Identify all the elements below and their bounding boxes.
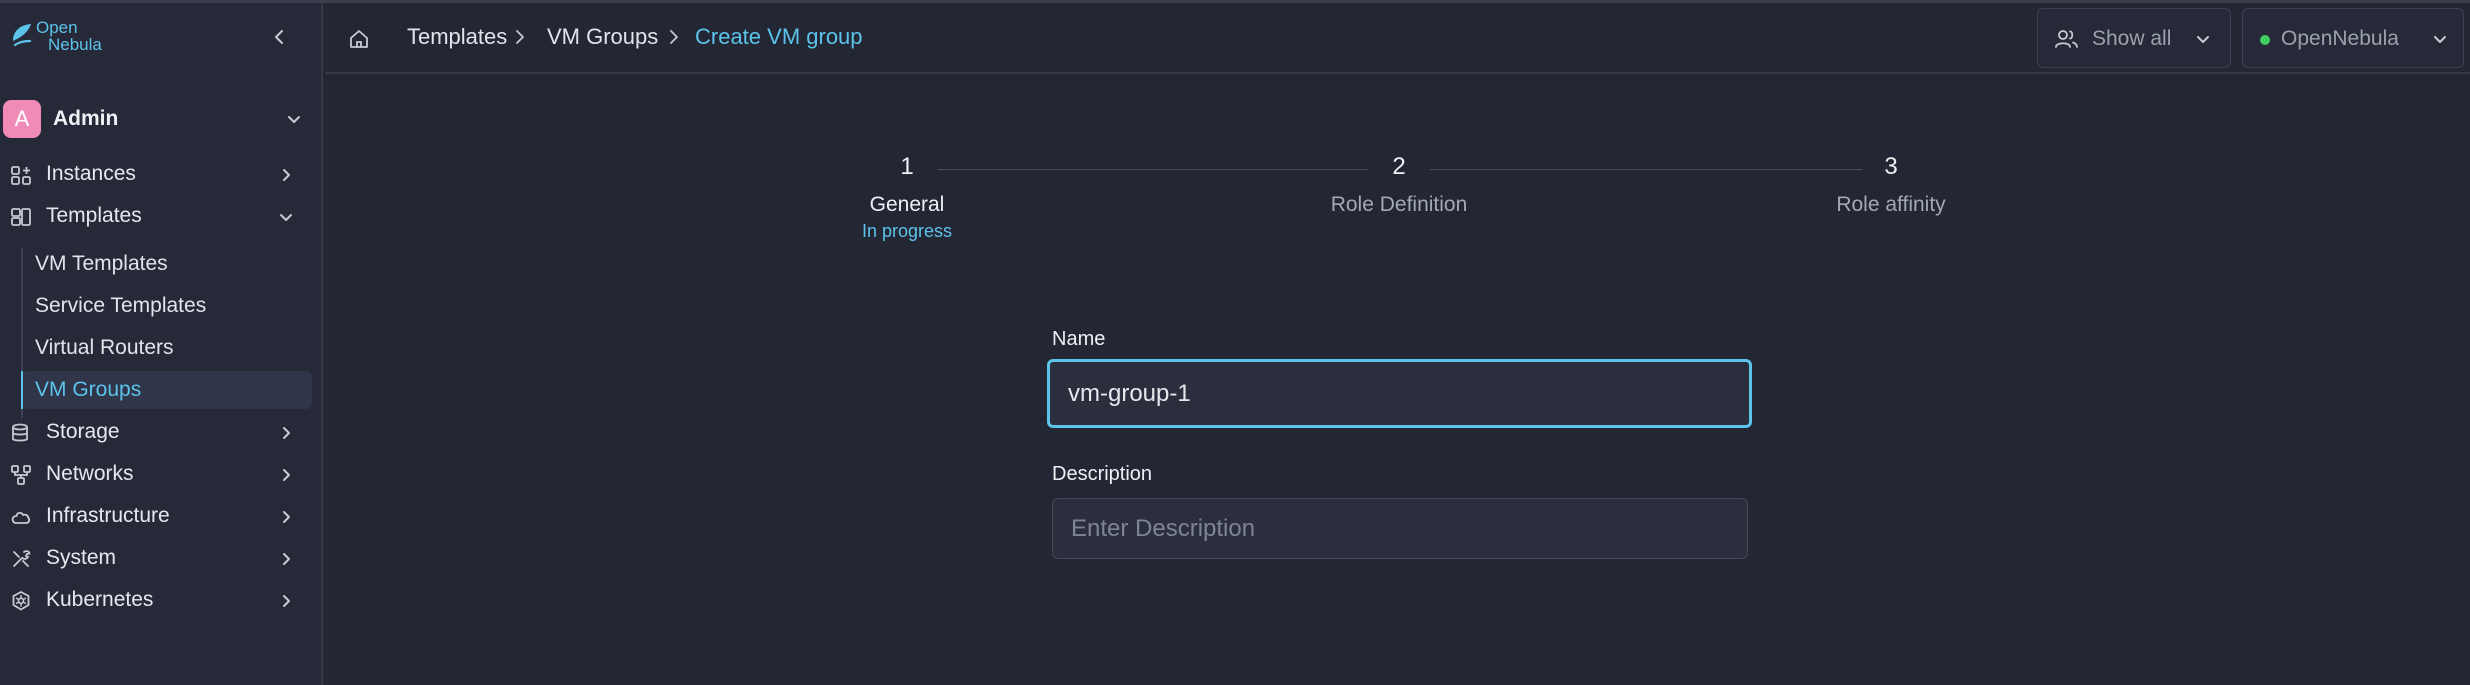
chevron-right-icon bbox=[283, 595, 290, 607]
description-field[interactable] bbox=[1052, 498, 1748, 559]
name-label: Name bbox=[1052, 328, 1106, 350]
sidebar-item-label: Instances bbox=[46, 162, 136, 185]
chevron-right-icon bbox=[670, 30, 678, 44]
sidebar: Open Nebula A Admin Instances Templates … bbox=[0, 3, 323, 685]
sidebar-header: Open Nebula bbox=[0, 3, 321, 73]
breadcrumb-current-page: Create VM group bbox=[695, 24, 863, 49]
sidebar-item-service-templates[interactable]: Service Templates bbox=[22, 287, 312, 325]
users-icon bbox=[2055, 30, 2078, 48]
chevron-down-icon bbox=[288, 116, 300, 123]
sidebar-item-virtual-routers[interactable]: Virtual Routers bbox=[22, 329, 312, 367]
sidebar-item-vm-templates[interactable]: VM Templates bbox=[22, 245, 312, 283]
cloud-icon bbox=[11, 511, 31, 524]
description-label: Description bbox=[1052, 463, 1153, 485]
step-general[interactable]: 1 General In progress bbox=[787, 153, 1027, 242]
sidebar-item-infrastructure[interactable]: Infrastructure bbox=[0, 497, 321, 535]
templates-icon bbox=[11, 208, 31, 226]
sidebar-item-label: Storage bbox=[46, 420, 120, 443]
storage-icon bbox=[12, 423, 28, 442]
sidebar-subitem-label: VM Templates bbox=[35, 252, 168, 275]
zone-label: OpenNebula bbox=[2281, 27, 2399, 50]
sidebar-item-label: Kubernetes bbox=[46, 588, 154, 611]
sidebar-subitem-label: Virtual Routers bbox=[35, 336, 174, 359]
chevron-down-icon bbox=[280, 214, 292, 221]
nebula-logo-icon bbox=[13, 24, 32, 47]
chevron-right-icon bbox=[283, 427, 290, 439]
step-label: Role Definition bbox=[1330, 193, 1468, 216]
logo-text-open: Open bbox=[36, 18, 78, 37]
collapse-sidebar-button[interactable] bbox=[268, 25, 290, 49]
breadcrumb-templates[interactable]: Templates bbox=[407, 24, 507, 50]
zone-selector[interactable]: OpenNebula bbox=[2242, 8, 2464, 68]
logo-text-nebula: Nebula bbox=[48, 35, 102, 54]
group-filter-button[interactable]: Show all bbox=[2037, 8, 2231, 68]
user-menu[interactable]: A Admin bbox=[0, 97, 321, 141]
system-tools-icon bbox=[13, 550, 31, 567]
avatar: A bbox=[3, 100, 41, 138]
opennebula-logo[interactable]: Open Nebula bbox=[10, 19, 102, 55]
sidebar-item-kubernetes[interactable]: Kubernetes bbox=[0, 581, 321, 619]
networks-icon bbox=[11, 465, 31, 485]
top-bar: Templates VM Groups Create VM group Show… bbox=[325, 3, 2470, 74]
chevron-right-icon bbox=[283, 169, 290, 181]
sidebar-item-vm-groups[interactable]: VM Groups bbox=[21, 371, 312, 409]
sidebar-item-system[interactable]: System bbox=[0, 539, 321, 577]
chevron-right-icon bbox=[516, 30, 524, 44]
sidebar-item-storage[interactable]: Storage bbox=[0, 413, 321, 451]
chevron-right-icon bbox=[283, 553, 290, 565]
sidebar-item-label: System bbox=[46, 546, 117, 569]
step-number: 2 bbox=[1392, 153, 1406, 180]
chevron-right-icon bbox=[283, 511, 290, 523]
chevron-right-icon bbox=[283, 469, 290, 481]
sidebar-item-label: Templates bbox=[46, 204, 142, 227]
step-number: 1 bbox=[900, 153, 914, 180]
step-number: 3 bbox=[1884, 153, 1898, 180]
step-status: In progress bbox=[861, 221, 953, 241]
home-icon[interactable] bbox=[347, 27, 371, 51]
step-label: General bbox=[869, 193, 945, 216]
instances-icon bbox=[11, 166, 31, 185]
chevron-down-icon bbox=[2434, 36, 2446, 43]
step-role-definition[interactable]: 2 Role Definition bbox=[1279, 153, 1519, 217]
logo-text: Open Nebula bbox=[36, 19, 102, 53]
chevron-down-icon bbox=[2197, 36, 2209, 43]
sidebar-subitem-label: VM Groups bbox=[35, 378, 142, 401]
user-name: Admin bbox=[53, 107, 119, 130]
sidebar-item-label: Networks bbox=[46, 462, 134, 485]
breadcrumb-vm-groups[interactable]: VM Groups bbox=[547, 24, 658, 50]
group-filter-label: Show all bbox=[2092, 27, 2172, 50]
sidebar-item-networks[interactable]: Networks bbox=[0, 455, 321, 493]
step-label: Role affinity bbox=[1836, 193, 1946, 216]
zone-status-dot bbox=[2260, 35, 2270, 45]
sidebar-subitem-label: Service Templates bbox=[35, 294, 207, 317]
chevron-left-icon bbox=[275, 30, 283, 44]
kubernetes-icon bbox=[12, 590, 30, 611]
sidebar-item-instances[interactable]: Instances bbox=[0, 155, 321, 193]
name-field[interactable] bbox=[1047, 359, 1752, 428]
sidebar-item-templates[interactable]: Templates bbox=[0, 197, 321, 235]
sidebar-item-label: Infrastructure bbox=[46, 504, 170, 527]
step-role-affinity[interactable]: 3 Role affinity bbox=[1771, 153, 2011, 217]
